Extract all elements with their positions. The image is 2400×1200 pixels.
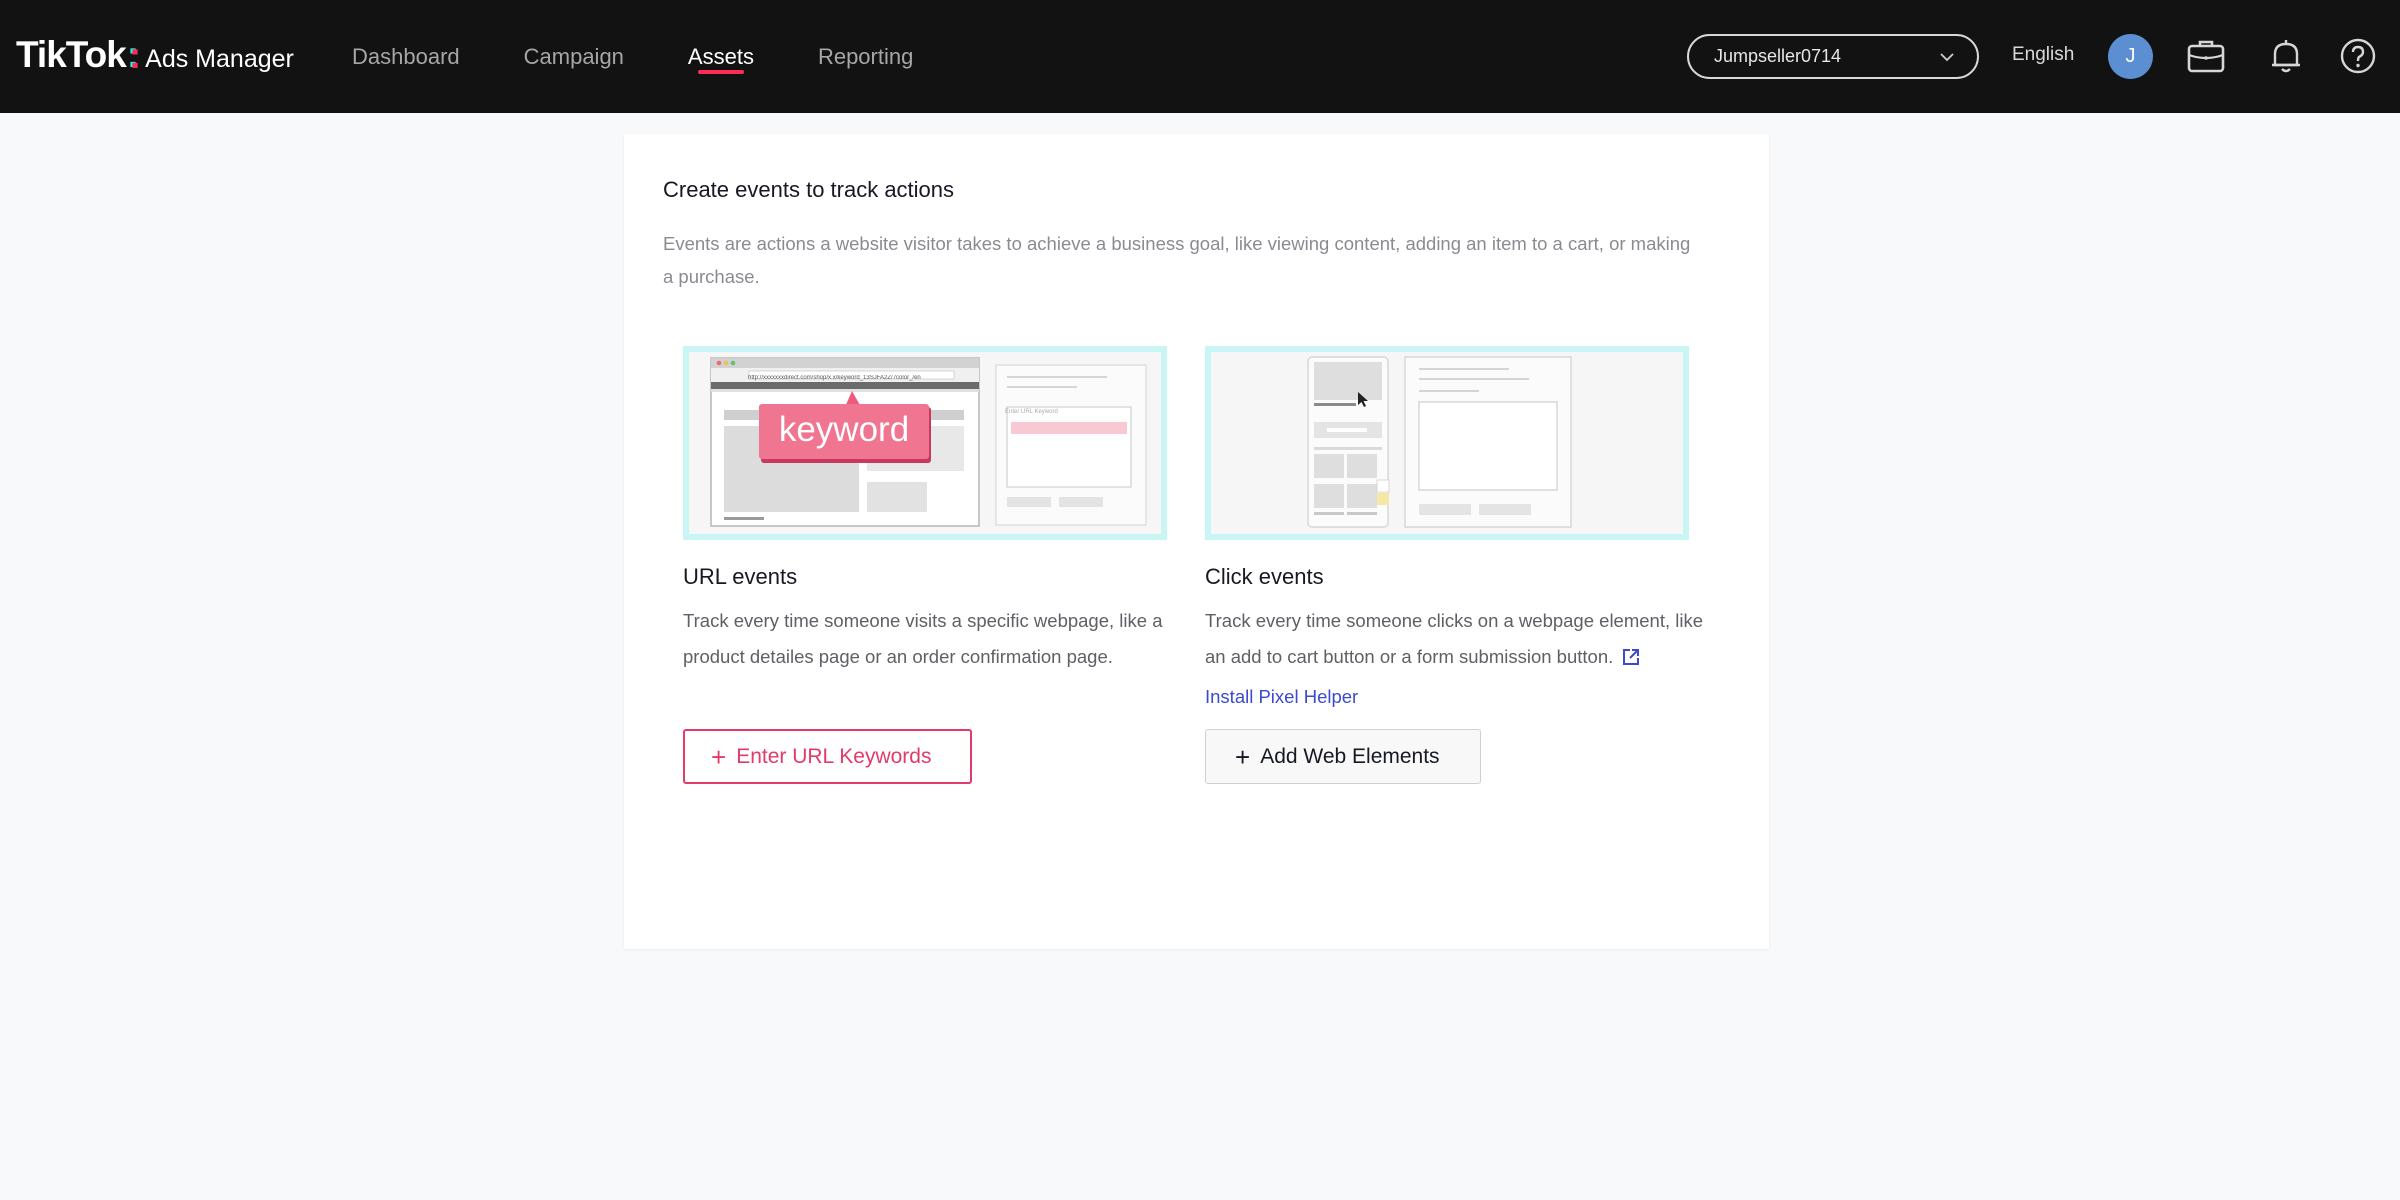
language-selector[interactable]: English [2012,44,2074,66]
install-pixel-helper-link[interactable]: Install Pixel Helper [1205,686,1358,707]
account-name: Jumpseller0714 [1714,46,1842,66]
enter-url-keywords-label: Enter URL Keywords [736,744,932,768]
logo-product: Ads Manager [145,45,294,73]
account-selector[interactable]: Jumpseller0714 [1687,34,1979,79]
external-link-icon[interactable] [1621,643,1641,679]
add-web-elements-label: Add Web Elements [1260,744,1440,768]
bell-icon[interactable] [2266,36,2306,76]
illustration-url-text: http://xxxxxxxdirect.com/shop/x.x/keywor… [748,375,921,381]
url-events-section: http://xxxxxxxdirect.com/shop/x.x/keywor… [683,346,1167,675]
nav-item-campaign[interactable]: Campaign [524,0,624,113]
main-nav: Dashboard Campaign Assets Reporting [352,0,977,113]
logo-colon: : [127,34,142,77]
plus-icon: + [1235,741,1251,772]
tiktok-ads-manager-logo[interactable]: TikTok : Ads Manager [16,34,294,77]
nav-item-assets[interactable]: Assets [688,0,754,113]
illustration-keyword-label: keyword [778,410,910,449]
card-description: Events are actions a website visitor tak… [663,233,1691,287]
click-events-description: Track every time someone clicks on a web… [1205,603,1705,715]
click-events-section: Click events Track every time someone cl… [1205,346,1703,715]
chevron-down-icon [1939,49,1955,70]
url-events-title: URL events [683,564,798,589]
top-navigation-bar: TikTok : Ads Manager Dashboard Campaign … [0,0,2400,113]
avatar[interactable]: J [2108,34,2153,79]
logo-brand: TikTok [16,34,127,75]
add-web-elements-button[interactable]: + Add Web Elements [1205,729,1481,784]
plus-icon: + [711,741,727,772]
enter-url-keywords-button[interactable]: + Enter URL Keywords [683,729,972,784]
click-events-title: Click events [1205,564,1324,589]
create-events-card: Create events to track actions Events ar… [624,134,1769,949]
click-events-illustration [1205,346,1689,540]
url-events-illustration: http://xxxxxxxdirect.com/shop/x.x/keywor… [683,346,1167,540]
nav-item-reporting[interactable]: Reporting [818,0,913,113]
nav-item-dashboard[interactable]: Dashboard [352,0,460,113]
card-title: Create events to track actions [663,177,955,202]
briefcase-icon[interactable] [2186,36,2226,76]
help-icon[interactable] [2338,36,2378,76]
illustration-form-label: Enter URL Keyword [1005,409,1058,415]
url-events-description: Track every time someone visits a specif… [683,610,1163,667]
